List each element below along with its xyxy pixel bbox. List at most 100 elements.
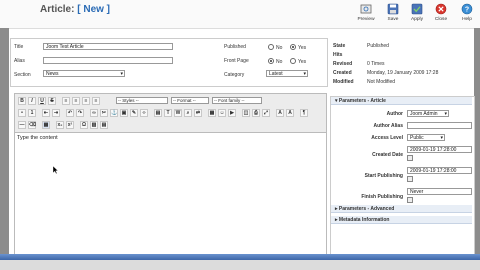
format-select[interactable]: -- Format -- xyxy=(171,97,209,104)
published-yes-radio[interactable] xyxy=(290,44,296,50)
paste-word-icon: W xyxy=(175,110,181,116)
title-input[interactable]: Joom Test Article xyxy=(43,43,173,50)
preview-content-icon: ◫ xyxy=(243,110,249,116)
finish-publishing-input[interactable]: Never xyxy=(407,188,472,195)
strikethrough-button[interactable]: S xyxy=(48,97,56,105)
search-button[interactable]: ⌕ xyxy=(184,109,192,117)
access-level-select-value: Public xyxy=(410,135,424,141)
hits-key: Hits xyxy=(333,52,343,58)
superscript-button[interactable]: x² xyxy=(66,121,74,129)
close-button[interactable]: Close xyxy=(429,3,453,27)
modified-key: Modified xyxy=(333,79,354,85)
metadata-title: Metadata Information xyxy=(338,217,390,223)
unlink-button[interactable]: ✂ xyxy=(100,109,108,117)
status-strip xyxy=(0,260,480,270)
visual-aid-button[interactable]: ▦ xyxy=(42,121,50,129)
paste-word-button[interactable]: W xyxy=(174,109,182,117)
start-publishing-input[interactable]: 2009-01-19 17:28:00 xyxy=(407,167,472,174)
redo-button[interactable]: ↷ xyxy=(76,109,84,117)
save-button[interactable]: Save xyxy=(381,3,405,27)
editor-content[interactable]: Type the content xyxy=(17,135,58,141)
font-family-select[interactable]: -- Font family -- xyxy=(212,97,262,104)
image-button[interactable]: ▣ xyxy=(120,109,128,117)
bullet-list-button[interactable]: • xyxy=(18,109,26,117)
section-select[interactable]: News xyxy=(43,70,125,77)
undo-button[interactable]: ↶ xyxy=(66,109,74,117)
numbered-list-button[interactable]: 1 xyxy=(28,109,36,117)
fullscreen-icon: ⤢ xyxy=(263,110,268,116)
text-color-button[interactable]: A xyxy=(276,109,284,117)
revised-value: 0 Times xyxy=(367,61,385,67)
bg-color-button[interactable]: A xyxy=(286,109,294,117)
preview-content-button[interactable]: ◫ xyxy=(242,109,250,117)
media-button[interactable]: ▶ xyxy=(228,109,236,117)
access-level-select[interactable]: Public xyxy=(407,134,445,141)
cleanup-icon: ✎ xyxy=(131,110,137,116)
fullscreen-button[interactable]: ⤢ xyxy=(262,109,270,117)
svg-text:?: ? xyxy=(465,7,469,14)
media-icon: ▶ xyxy=(230,110,234,116)
cleanup-button[interactable]: ✎ xyxy=(130,109,138,117)
special-char-button[interactable]: Ω xyxy=(80,121,88,129)
eraser-button[interactable]: ⌫ xyxy=(28,121,36,129)
align-center-button[interactable]: ≡ xyxy=(72,97,80,105)
align-justify-button[interactable]: ≡ xyxy=(92,97,100,105)
indent-button[interactable]: ⇥ xyxy=(52,109,60,117)
finish-publishing-calendar-icon[interactable] xyxy=(407,197,413,203)
frontpage-label: Front Page xyxy=(224,58,249,64)
state-value: Published xyxy=(367,43,389,49)
page-title: Article: [ New ] xyxy=(40,4,110,15)
outdent-button[interactable]: ⇤ xyxy=(42,109,50,117)
underline-button[interactable]: U xyxy=(38,97,46,105)
horizontal-rule-button[interactable]: — xyxy=(18,121,26,129)
styles-select[interactable]: -- Styles -- xyxy=(116,97,168,104)
author-alias-input[interactable] xyxy=(407,122,472,129)
params-article-header[interactable]: ▾ Parameters - Article xyxy=(331,97,472,105)
italic-button[interactable]: I xyxy=(28,97,36,105)
html-button[interactable]: ‹› xyxy=(140,109,148,117)
category-select[interactable]: Latest xyxy=(266,70,308,77)
link-icon: ∞ xyxy=(92,110,96,116)
section-label: Section xyxy=(14,72,31,78)
alias-input[interactable] xyxy=(43,57,173,64)
content-editor: B I U S ≡ ≡ ≡ ≡ -- Styles -- -- Format -… xyxy=(14,93,327,255)
print-button[interactable]: ⎙ xyxy=(252,109,260,117)
created-date-calendar-icon[interactable] xyxy=(407,155,413,161)
insert-table-button[interactable]: ▤ xyxy=(100,121,108,129)
text-color-icon: A xyxy=(278,110,282,116)
paste-text-button[interactable]: T xyxy=(164,109,172,117)
help-button[interactable]: ? Help xyxy=(455,3,479,27)
insert-image-button[interactable]: ▨ xyxy=(90,121,98,129)
replace-button[interactable]: ⇄ xyxy=(194,109,202,117)
title-label: Title xyxy=(14,44,24,50)
align-left-button[interactable]: ≡ xyxy=(62,97,70,105)
align-right-button[interactable]: ≡ xyxy=(82,97,90,105)
frontpage-no-radio[interactable] xyxy=(268,58,274,64)
visual-aid-icon: ▦ xyxy=(43,122,49,128)
published-no-radio[interactable] xyxy=(268,44,274,50)
metadata-header[interactable]: ▸ Metadata Information xyxy=(331,216,472,224)
section-select-value: News xyxy=(46,71,59,77)
subscript-button[interactable]: x₂ xyxy=(56,121,64,129)
modified-value: Not Modified xyxy=(367,79,396,85)
category-select-value: Latest xyxy=(269,71,283,77)
help-icon: ? xyxy=(461,3,473,15)
start-publishing-calendar-icon[interactable] xyxy=(407,176,413,182)
params-advanced-header[interactable]: ▸ Parameters - Advanced xyxy=(331,205,472,213)
anchor-button[interactable]: ⚓ xyxy=(110,109,118,117)
smiley-button[interactable]: ☺ xyxy=(218,109,226,117)
unlink-icon: ✂ xyxy=(101,110,107,116)
bold-button[interactable]: B xyxy=(18,97,26,105)
apply-button[interactable]: Apply xyxy=(405,3,429,27)
preview-button[interactable]: Preview xyxy=(354,3,378,27)
date-button[interactable]: ▦ xyxy=(208,109,216,117)
created-date-input[interactable]: 2009-01-19 17:28:00 xyxy=(407,146,472,153)
link-button[interactable]: ∞ xyxy=(90,109,98,117)
author-select-value: Joom Admin xyxy=(410,111,438,117)
subscript-icon: x₂ xyxy=(57,122,63,128)
left-sidebar-strip xyxy=(0,28,9,268)
frontpage-yes-radio[interactable] xyxy=(290,58,296,64)
paste-button[interactable]: ▤ xyxy=(154,109,162,117)
author-select[interactable]: Joom Admin xyxy=(407,110,449,117)
text-direction-button[interactable]: ¶ xyxy=(300,109,308,117)
